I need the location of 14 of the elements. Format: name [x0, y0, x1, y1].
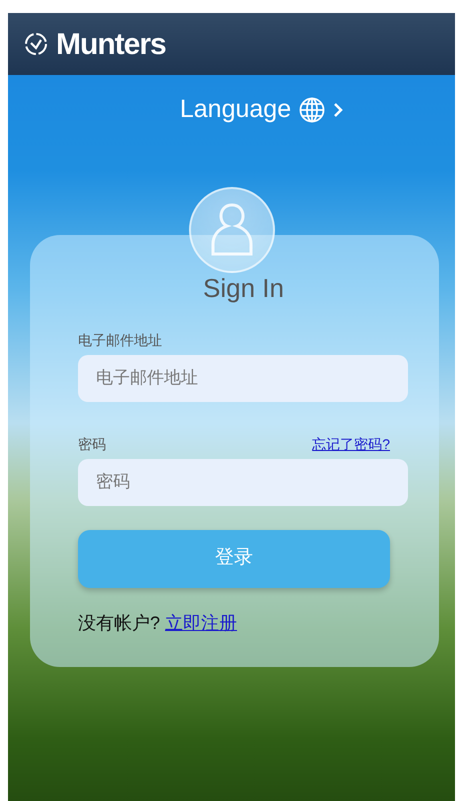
- chevron-right-icon[interactable]: [333, 102, 344, 118]
- person-icon: [208, 202, 254, 258]
- signup-prompt: 没有帐户? 立即注册: [78, 612, 238, 634]
- globe-icon[interactable]: [299, 96, 326, 123]
- password-field[interactable]: 密码: [78, 458, 408, 506]
- signup-link[interactable]: 立即注册: [165, 612, 238, 632]
- password-label: 密码: [78, 434, 106, 454]
- sign-in-title: Sign In: [202, 272, 285, 304]
- logo-icon: [24, 32, 48, 56]
- forgot-password-link[interactable]: 忘记了密码?: [312, 434, 390, 454]
- language-link[interactable]: Language: [180, 91, 292, 128]
- email-field[interactable]: 电子邮件地址: [78, 354, 408, 402]
- email-label: 电子邮件地址: [78, 330, 163, 350]
- brand-name: Munters: [56, 26, 166, 62]
